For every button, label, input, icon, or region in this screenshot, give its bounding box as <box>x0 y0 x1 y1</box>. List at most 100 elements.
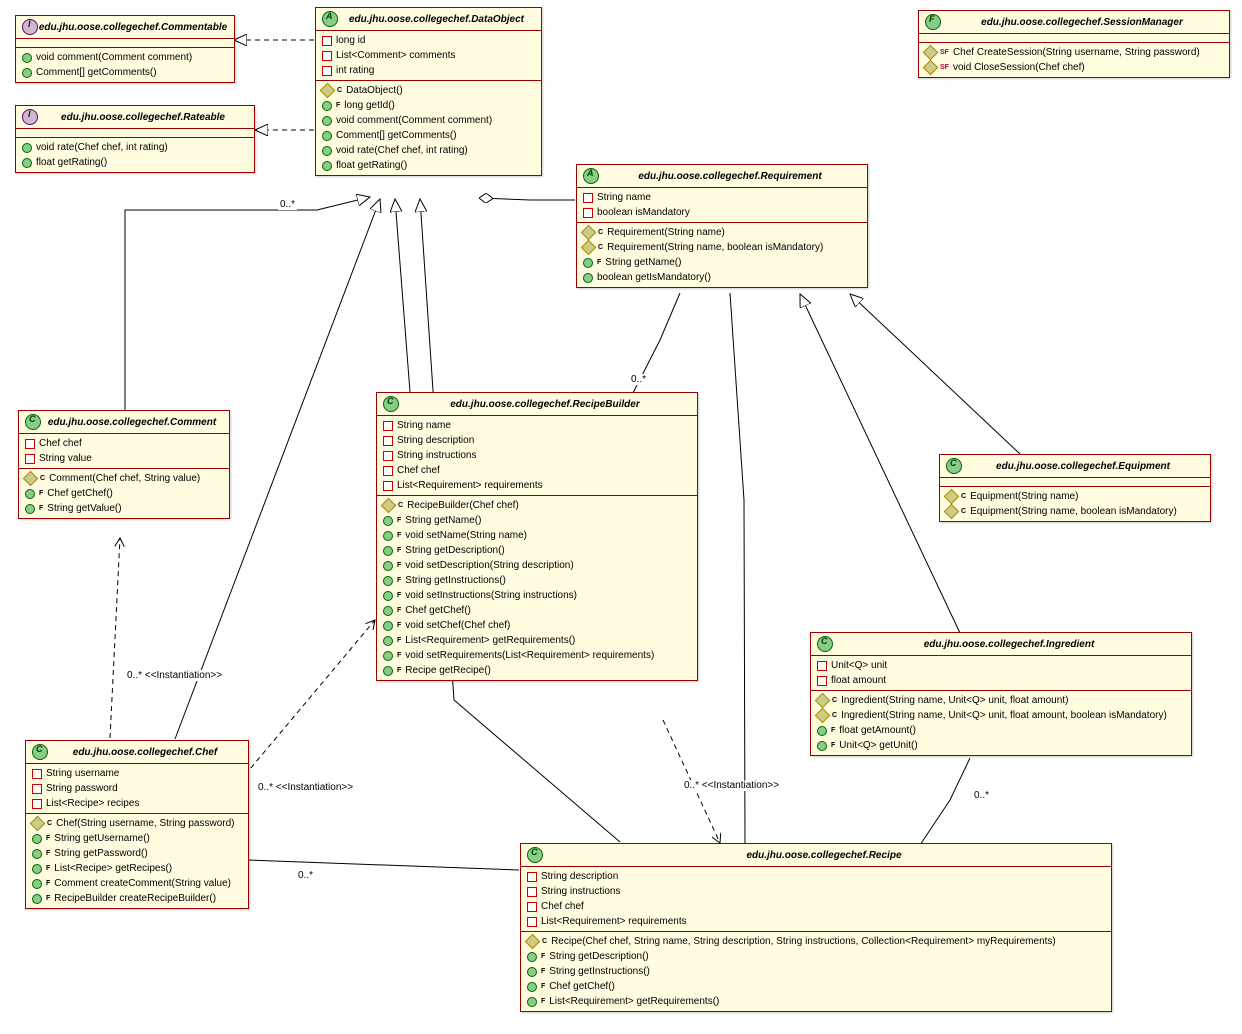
method-icon <box>383 576 393 586</box>
method-icon <box>583 258 593 268</box>
ctor-icon <box>581 225 597 241</box>
ctor-icon <box>23 471 39 487</box>
ctor-icon <box>944 504 960 520</box>
ctor-icon <box>815 693 831 709</box>
class-icon <box>25 414 41 430</box>
field-icon <box>32 784 42 794</box>
ctor-icon <box>30 816 46 832</box>
ctor-icon <box>944 489 960 505</box>
class-title: edu.jhu.oose.collegechef.Equipment <box>962 461 1204 472</box>
final-class-icon <box>925 14 941 30</box>
class-title: edu.jhu.oose.collegechef.RecipeBuilder <box>399 399 691 410</box>
method-icon <box>383 516 393 526</box>
method-icon <box>322 116 332 126</box>
field-icon <box>527 902 537 912</box>
class-title: edu.jhu.oose.collegechef.Chef <box>48 747 242 758</box>
method-icon <box>817 726 827 736</box>
field-icon <box>25 439 35 449</box>
field-icon <box>322 66 332 76</box>
field-icon <box>383 451 393 461</box>
method-icon <box>383 531 393 541</box>
multiplicity-label: 0..* <box>629 374 648 385</box>
field-icon <box>583 193 593 203</box>
field-icon <box>32 799 42 809</box>
method-icon <box>25 489 35 499</box>
method-icon <box>527 952 537 962</box>
method-icon <box>32 879 42 889</box>
field-icon <box>322 51 332 61</box>
method-icon <box>25 504 35 514</box>
method-icon <box>527 967 537 977</box>
class-recipebuilder[interactable]: edu.jhu.oose.collegechef.RecipeBuilder S… <box>376 392 698 681</box>
method-icon <box>32 894 42 904</box>
class-requirement[interactable]: edu.jhu.oose.collegechef.Requirement Str… <box>576 164 868 288</box>
field-icon <box>527 887 537 897</box>
method-icon <box>383 606 393 616</box>
field-icon <box>383 466 393 476</box>
abstract-class-icon <box>322 11 338 27</box>
method-icon <box>22 68 32 78</box>
class-comment[interactable]: edu.jhu.oose.collegechef.Comment Chef ch… <box>18 410 230 519</box>
field-icon <box>817 676 827 686</box>
method-icon <box>32 849 42 859</box>
multiplicity-label: 0..* <box>972 790 991 801</box>
field-icon <box>383 436 393 446</box>
field-icon <box>322 36 332 46</box>
field-icon <box>25 454 35 464</box>
ctor-icon <box>525 934 541 950</box>
relationship-label: 0..* <<Instantiation>> <box>125 670 224 681</box>
method-icon <box>22 53 32 63</box>
method-icon <box>383 591 393 601</box>
class-dataobject[interactable]: edu.jhu.oose.collegechef.DataObject long… <box>315 7 542 176</box>
ctor-icon <box>320 83 336 99</box>
class-icon <box>32 744 48 760</box>
method-icon <box>923 45 939 61</box>
class-title: edu.jhu.oose.collegechef.Commentable <box>38 22 228 33</box>
method-icon <box>383 636 393 646</box>
method-icon <box>22 143 32 153</box>
relationship-label: 0..* <<Instantiation>> <box>256 782 355 793</box>
method-icon <box>322 146 332 156</box>
method-icon <box>383 561 393 571</box>
method-icon <box>383 651 393 661</box>
class-title: edu.jhu.oose.collegechef.Rateable <box>38 112 248 123</box>
class-commentable[interactable]: edu.jhu.oose.collegechef.Commentable voi… <box>15 15 235 83</box>
method-icon <box>32 834 42 844</box>
class-sessionmanager[interactable]: edu.jhu.oose.collegechef.SessionManager … <box>918 10 1230 78</box>
class-chef[interactable]: edu.jhu.oose.collegechef.Chef String use… <box>25 740 249 909</box>
class-recipe[interactable]: edu.jhu.oose.collegechef.Recipe String d… <box>520 843 1112 1012</box>
class-title: edu.jhu.oose.collegechef.SessionManager <box>941 17 1223 28</box>
field-icon <box>383 421 393 431</box>
interface-icon <box>22 109 38 125</box>
multiplicity-label: 0..* <box>278 199 297 210</box>
ctor-icon <box>381 498 397 514</box>
field-icon <box>383 481 393 491</box>
method-icon <box>383 546 393 556</box>
method-icon <box>527 982 537 992</box>
method-icon <box>383 621 393 631</box>
field-icon <box>817 661 827 671</box>
method-icon <box>32 864 42 874</box>
method-icon <box>322 161 332 171</box>
class-equipment[interactable]: edu.jhu.oose.collegechef.Equipment CEqui… <box>939 454 1211 522</box>
class-title: edu.jhu.oose.collegechef.DataObject <box>338 14 535 25</box>
field-icon <box>527 872 537 882</box>
interface-icon <box>22 19 38 35</box>
class-icon <box>946 458 962 474</box>
method-icon <box>817 741 827 751</box>
field-icon <box>32 769 42 779</box>
method-icon <box>383 666 393 676</box>
field-icon <box>527 917 537 927</box>
method-icon <box>22 158 32 168</box>
multiplicity-label: 0..* <box>296 870 315 881</box>
class-ingredient[interactable]: edu.jhu.oose.collegechef.Ingredient Unit… <box>810 632 1192 756</box>
class-icon <box>817 636 833 652</box>
method-icon <box>583 273 593 283</box>
class-title: edu.jhu.oose.collegechef.Recipe <box>543 850 1105 861</box>
class-title: edu.jhu.oose.collegechef.Requirement <box>599 171 861 182</box>
abstract-class-icon <box>583 168 599 184</box>
class-icon <box>527 847 543 863</box>
class-rateable[interactable]: edu.jhu.oose.collegechef.Rateable void r… <box>15 105 255 173</box>
class-icon <box>383 396 399 412</box>
field-icon <box>583 208 593 218</box>
